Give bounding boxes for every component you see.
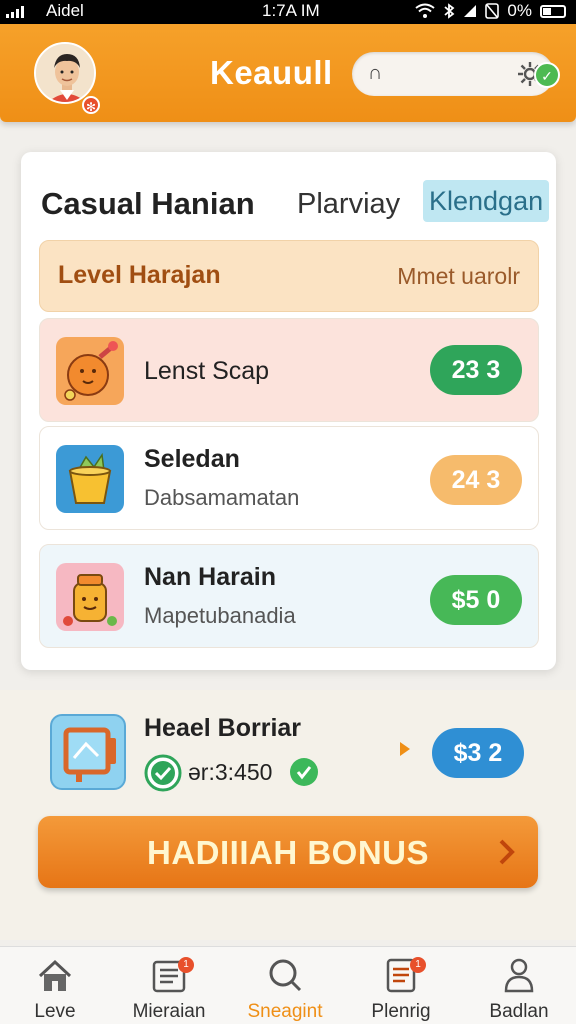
battery-percent: 0% (507, 1, 532, 20)
nav-label: Sneagint (247, 1001, 323, 1022)
check-icon (290, 758, 318, 786)
avatar[interactable] (34, 42, 96, 104)
level-row[interactable]: Level Harajan Mmet uarolr (39, 240, 539, 312)
list-item[interactable]: Seledan Dabsamamatan 24 3 (39, 426, 539, 530)
bonus-button[interactable]: HADIIIAH BONUS (38, 816, 538, 888)
nav-item-profile[interactable]: Badlan (464, 953, 574, 1023)
chevron-right-icon (499, 839, 515, 865)
arrow-right-icon (400, 742, 410, 756)
home-icon (38, 959, 72, 991)
reward-pill[interactable]: $3 2 (432, 728, 524, 778)
nav-item-search[interactable]: Sneagint (230, 953, 340, 1023)
check-circle-icon (144, 754, 182, 792)
tab-selected[interactable]: Klendgan (423, 180, 550, 222)
bonus-task-row[interactable]: Heael Borriar ər:3:450 $3 2 (40, 706, 540, 806)
search-input[interactable]: ∩ (352, 52, 554, 96)
signal-icon (6, 6, 24, 18)
orange-character-icon (56, 337, 124, 405)
no-sim-icon (485, 3, 500, 19)
card-title: Casual Hanian (41, 186, 255, 221)
cell-signal-icon (464, 5, 477, 17)
wifi-icon (415, 3, 436, 18)
task-name: Nan Harain (144, 563, 276, 591)
nav-item-home[interactable]: Leve (0, 953, 110, 1023)
bucket-icon (56, 445, 124, 513)
frame-icon (50, 714, 126, 790)
status-bar: Aidel 1:7A IM 0% (0, 0, 576, 24)
nav-item-tasks[interactable]: 1 Mieraian (114, 953, 224, 1023)
reward-pill[interactable]: $5 0 (430, 575, 522, 625)
reward-pill[interactable]: 24 3 (430, 455, 522, 505)
level-label: Level Harajan (58, 261, 221, 289)
task-subtitle: Dabsamamatan (144, 485, 300, 510)
user-icon (504, 958, 534, 993)
reward-pill[interactable]: 23 3 (430, 345, 522, 395)
app-header: ✻ Keauull ∩ ✓ (0, 24, 576, 122)
list-item[interactable]: Lenst Scap 23 3 (39, 318, 539, 422)
search-value: ∩ (368, 62, 383, 84)
nav-label: Mieraian (132, 1001, 206, 1022)
task-subtitle: Mapetubanadia (144, 603, 296, 628)
bonus-button-label: HADIIIAH BONUS (146, 834, 429, 871)
tab-play[interactable]: Plarviay (297, 188, 400, 221)
carrier-label: Aidel (46, 1, 84, 20)
level-right-label: Mmet uarolr (397, 263, 520, 289)
bonus-task-name: Heael Borriar (144, 714, 302, 742)
nav-item-plan[interactable]: 1 Plenrig (346, 953, 456, 1023)
app-title: Keauull (210, 54, 333, 91)
clock: 1:7A IM (262, 1, 320, 20)
task-name: Lenst Scap (144, 357, 270, 385)
list-item[interactable]: Nan Harain Mapetubanadia $5 0 (39, 544, 539, 648)
nav-label: Plenrig (371, 1001, 431, 1022)
notification-badge[interactable]: ✓ (534, 62, 560, 88)
jar-character-icon (56, 563, 124, 631)
avatar-badge: ✻ (82, 96, 100, 114)
nav-badge: 1 (178, 957, 194, 973)
bonus-task-code: ər:3:450 (188, 759, 273, 785)
daily-tasks-card: Casual Hanian Plarviay Klendgan Level Ha… (21, 152, 556, 670)
bottom-nav: Leve 1 Mieraian Sneagint 1 Plenrig Badla… (0, 946, 576, 1024)
nav-label: Badlan (489, 1001, 549, 1022)
search-icon (269, 959, 302, 992)
nav-label: Leve (34, 1001, 76, 1022)
nav-badge: 1 (410, 957, 426, 973)
task-name: Seledan (144, 445, 240, 473)
battery-icon (540, 4, 566, 18)
bluetooth-icon (444, 3, 455, 19)
